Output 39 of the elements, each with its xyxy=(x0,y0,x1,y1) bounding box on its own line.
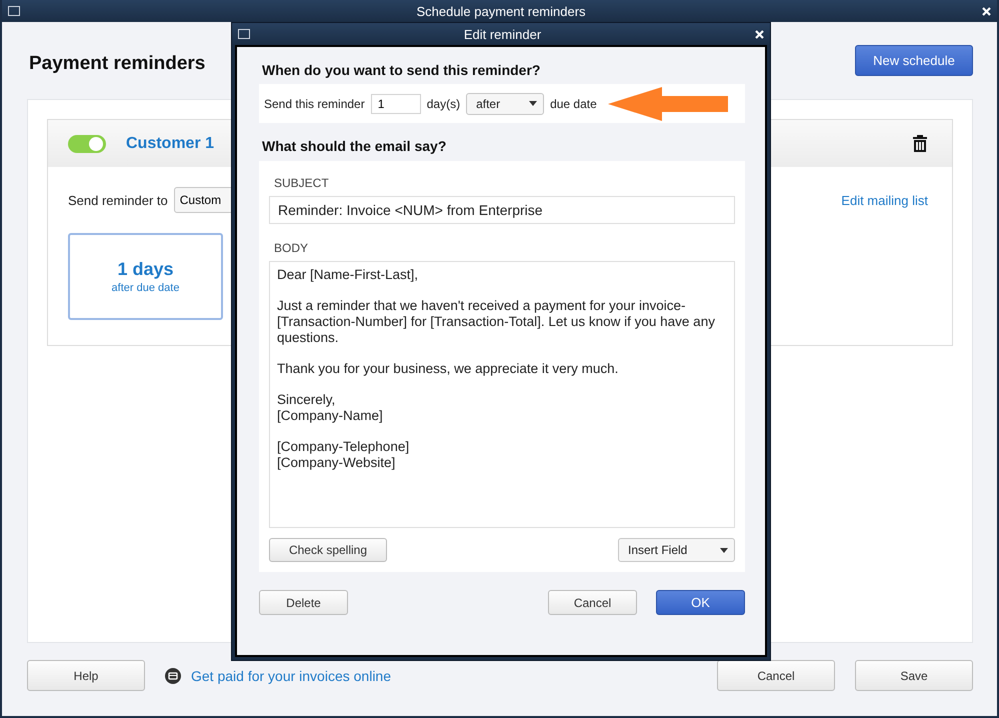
edit-mailing-list-link[interactable]: Edit mailing list xyxy=(841,192,928,208)
email-heading: What should the email say? xyxy=(262,138,448,156)
close-icon[interactable] xyxy=(755,30,764,38)
trash-icon[interactable] xyxy=(912,134,928,153)
check-spelling-button[interactable]: Check spelling xyxy=(269,538,387,562)
page-title: Payment reminders xyxy=(29,52,206,74)
ok-button[interactable]: OK xyxy=(656,590,745,615)
dialog-title: Edit reminder xyxy=(462,26,542,42)
enabled-toggle[interactable] xyxy=(68,134,106,152)
window-title: Schedule payment reminders xyxy=(415,4,587,18)
close-icon[interactable] xyxy=(982,6,991,16)
body-label: BODY xyxy=(274,241,310,257)
subject-field[interactable]: Reminder: Invoice <NUM> from Enterprise xyxy=(269,196,735,224)
new-schedule-button[interactable]: New schedule xyxy=(855,45,973,76)
insert-field-dropdown[interactable]: Insert Field xyxy=(618,538,735,562)
timing-heading: When do you want to send this reminder? xyxy=(262,62,542,80)
get-paid-online-link[interactable]: Get paid for your invoices online xyxy=(191,668,391,684)
relation-dropdown[interactable]: after xyxy=(466,92,544,114)
cancel-button[interactable]: Cancel xyxy=(717,660,835,691)
send-to-label: Send reminder to xyxy=(68,192,168,208)
window-menu-icon[interactable] xyxy=(8,6,20,16)
dialog-cancel-button[interactable]: Cancel xyxy=(548,590,637,615)
reminder-tile[interactable]: 1 days after due date xyxy=(68,233,223,320)
caret-icon xyxy=(720,548,728,552)
days-field[interactable]: 1 xyxy=(370,94,421,114)
days-unit: day(s) xyxy=(426,96,460,110)
save-button[interactable]: Save xyxy=(855,660,973,691)
help-button[interactable]: Help xyxy=(27,660,145,691)
body-field[interactable]: Dear [Name-First-Last], Just a reminder that we haven't received a payment for your invoice- [Transaction-Number] for [Transaction-Total]. Let us know if you have any questions. Thank you for your business, we appreciate it very much. Sincerely, [Company-Name] [Company-Telephone] [Company-Website] xyxy=(269,261,735,528)
tile-timing: after due date xyxy=(112,282,180,294)
schedule-name: Customer 1 xyxy=(126,134,214,152)
dialog-menu-icon[interactable] xyxy=(238,29,250,39)
caret-icon xyxy=(529,101,538,106)
send-label: Send this reminder xyxy=(264,96,365,110)
tile-days: 1 days xyxy=(117,259,174,280)
subject-label: SUBJECT xyxy=(274,176,330,192)
due-date-label: due date xyxy=(550,96,597,110)
card-icon xyxy=(165,668,181,684)
delete-button[interactable]: Delete xyxy=(259,590,348,615)
